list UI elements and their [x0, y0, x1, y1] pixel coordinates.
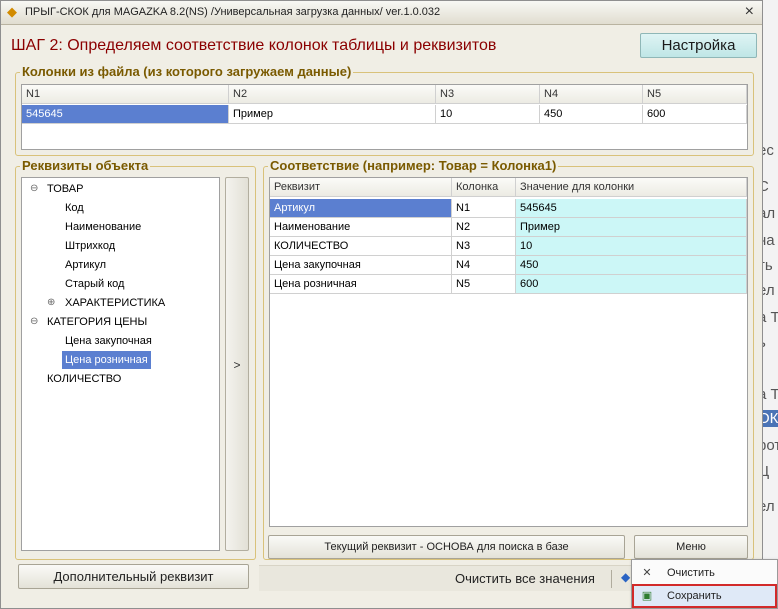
table-row[interactable]: Артикул N1 545645 [270, 199, 747, 218]
column-header[interactable]: Реквизит [270, 178, 452, 197]
attribute-tree[interactable]: ⊖ ТОВАР Код Наименование Штрихкод Артику… [21, 177, 220, 551]
table-cell[interactable]: 545645 [516, 199, 747, 218]
import-dialog: ◆ ПРЫГ-СКОК для MAGAZKA 8.2(NS) /Универс… [0, 0, 764, 609]
tree-node[interactable]: Старый код [65, 276, 124, 292]
table-cell[interactable]: N4 [452, 256, 516, 275]
arrow-icon[interactable]: ◆ [621, 570, 630, 584]
table-row[interactable]: Цена розничная N5 600 [270, 275, 747, 294]
table-cell[interactable]: 600 [643, 105, 747, 124]
column-header[interactable]: N2 [229, 85, 436, 104]
column-header[interactable]: N4 [540, 85, 643, 104]
file-columns-title: Колонки из файла (из которого загружаем … [20, 64, 354, 79]
object-attrs-title: Реквизиты объекта [20, 158, 151, 173]
save-menu-item[interactable]: ▣ Сохранить [632, 584, 777, 608]
close-icon[interactable]: × [745, 3, 754, 21]
table-cell[interactable]: 545645 [22, 105, 229, 124]
clear-all-button[interactable]: Очистить все значения [455, 571, 595, 586]
tree-node[interactable]: Код [65, 200, 84, 216]
table-cell[interactable]: Пример [229, 105, 436, 124]
collapse-icon[interactable]: ⊖ [30, 183, 38, 194]
column-header[interactable]: N1 [22, 85, 229, 104]
table-header-row: Реквизит Колонка Значение для колонки [270, 178, 747, 197]
table-cell[interactable]: Цена закупочная [270, 256, 452, 275]
settings-button[interactable]: Настройка [640, 33, 757, 58]
column-header[interactable]: N5 [643, 85, 747, 104]
table-cell[interactable]: Цена розничная [270, 275, 452, 294]
table-cell[interactable]: 450 [540, 105, 643, 124]
file-columns-table[interactable]: N1 N2 N3 N4 N5 545645 Пример 10 450 600 [21, 84, 748, 150]
table-cell[interactable]: N2 [452, 218, 516, 237]
table-cell[interactable]: Наименование [270, 218, 452, 237]
base-attribute-button[interactable]: Текущий реквизит - ОСНОВА для поиска в б… [268, 535, 625, 559]
context-menu: ✕ Очистить ▣ Сохранить [631, 559, 778, 609]
clear-label: Очистить [667, 567, 715, 579]
table-row[interactable]: Цена закупочная N4 450 [270, 256, 747, 275]
tree-node-tovar[interactable]: ТОВАР [47, 181, 83, 197]
matching-table[interactable]: Реквизит Колонка Значение для колонки Ар… [269, 177, 748, 527]
table-cell[interactable]: N3 [452, 237, 516, 256]
table-cell[interactable]: 10 [436, 105, 540, 124]
menu-button[interactable]: Меню [634, 535, 748, 559]
add-attribute-arrow-button[interactable]: > [225, 177, 249, 551]
additional-attribute-button[interactable]: Дополнительный реквизит [18, 564, 249, 589]
collapse-icon[interactable]: ⊖ [30, 316, 38, 327]
table-cell[interactable]: 10 [516, 237, 747, 256]
table-header-row: N1 N2 N3 N4 N5 [22, 85, 747, 104]
column-header[interactable]: N3 [436, 85, 540, 104]
save-icon: ▣ [641, 590, 653, 602]
clear-menu-item[interactable]: ✕ Очистить [632, 562, 777, 584]
table-row[interactable]: КОЛИЧЕСТВО N3 10 [270, 237, 747, 256]
window-title: ПРЫГ-СКОК для MAGAZKA 8.2(NS) /Универсал… [25, 6, 441, 18]
column-header[interactable]: Значение для колонки [516, 178, 747, 197]
tree-node-price-category[interactable]: КАТЕГОРИЯ ЦЕНЫ [47, 314, 147, 330]
tree-node[interactable]: Штрихкод [65, 238, 115, 254]
tree-node[interactable]: Наименование [65, 219, 141, 235]
table-cell[interactable]: Артикул [270, 199, 452, 218]
separator [611, 570, 612, 588]
table-cell[interactable]: КОЛИЧЕСТВО [270, 237, 452, 256]
step-title: ШАГ 2: Определяем соответствие колонок т… [11, 37, 497, 54]
table-row[interactable]: Наименование N2 Пример [270, 218, 747, 237]
title-bar[interactable]: ◆ ПРЫГ-СКОК для MAGAZKA 8.2(NS) /Универс… [1, 1, 762, 25]
table-row[interactable]: 545645 Пример 10 450 600 [22, 105, 747, 124]
tree-node[interactable]: Артикул [65, 257, 106, 273]
clear-icon: ✕ [642, 567, 652, 579]
table-cell[interactable]: 600 [516, 275, 747, 294]
table-cell[interactable]: N1 [452, 199, 516, 218]
tree-node-selected[interactable]: Цена розничная [62, 351, 151, 369]
column-header[interactable]: Колонка [452, 178, 516, 197]
table-cell[interactable]: N5 [452, 275, 516, 294]
expand-icon[interactable]: ⊕ [47, 297, 55, 308]
table-cell[interactable]: 450 [516, 256, 747, 275]
matching-title: Соответствие (например: Товар = Колонка1… [268, 158, 559, 173]
tree-node-quantity[interactable]: КОЛИЧЕСТВО [47, 371, 121, 387]
tree-node[interactable]: Цена закупочная [65, 333, 152, 349]
table-cell[interactable]: Пример [516, 218, 747, 237]
save-label: Сохранить [667, 590, 722, 602]
tree-node-characteristic[interactable]: ХАРАКТЕРИСТИКА [65, 295, 165, 311]
app-icon: ◆ [7, 4, 17, 19]
